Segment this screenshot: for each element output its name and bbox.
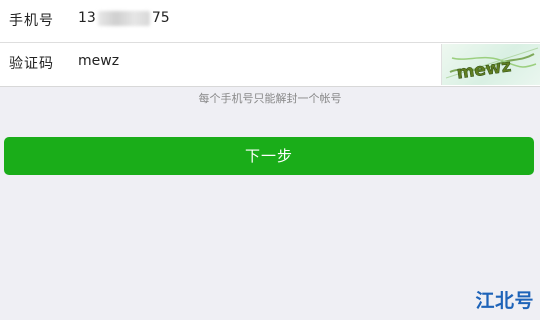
captcha-image[interactable]: mewz [441, 44, 540, 85]
phone-label: 手机号 [9, 13, 54, 29]
phone-suffix: 75 [151, 10, 170, 26]
unlock-hint: 每个手机号只能解封一个帐号 [198, 92, 342, 105]
captcha-image-text: mewz [455, 56, 512, 83]
phone-blur-mask [97, 10, 150, 26]
phone-prefix: 13 [78, 10, 96, 26]
captcha-input[interactable]: mewz [78, 53, 298, 69]
watermark-text: 江北号 [475, 290, 534, 312]
form-card: 手机号 13 75 验证码 mewz mewz [0, 0, 540, 87]
captcha-row: 验证码 mewz mewz [0, 42, 540, 85]
captcha-label: 验证码 [9, 56, 54, 72]
phone-row: 手机号 13 75 [0, 0, 540, 42]
phone-input[interactable]: 13 75 [78, 10, 298, 26]
next-button[interactable]: 下一步 [4, 137, 534, 175]
